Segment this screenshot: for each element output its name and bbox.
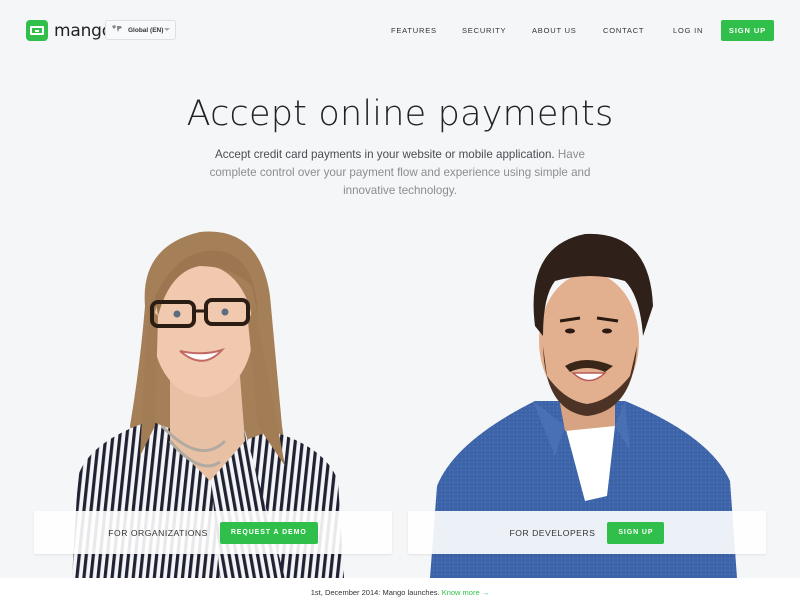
hero-subtitle: Accept credit card payments in your webs… [205, 146, 595, 200]
brand-name: mango [54, 20, 112, 41]
nav-about-us[interactable]: ABOUT US [532, 20, 577, 41]
request-demo-button[interactable]: REQUEST A DEMO [219, 521, 318, 544]
know-more-link[interactable]: Know more → [442, 588, 490, 597]
language-value: Global (EN) [128, 26, 164, 34]
brand-logo[interactable]: mango [26, 20, 112, 41]
language-selector[interactable]: Global (EN) [105, 20, 176, 40]
nav-log-in[interactable]: LOG IN [673, 20, 703, 41]
nav-contact[interactable]: CONTACT [603, 20, 644, 41]
organizations-label: FOR ORGANIZATIONS [108, 527, 208, 538]
developers-card: FOR DEVELOPERS SIGN UP [408, 511, 766, 554]
organizations-card: FOR ORGANIZATIONS REQUEST A DEMO [34, 511, 392, 554]
world-map-icon [112, 25, 123, 35]
header-sign-up-button[interactable]: SIGN UP [721, 20, 774, 41]
nav-features[interactable]: FEATURES [391, 20, 437, 41]
announcement-bar: 1st, December 2014: Mango launches. Know… [0, 578, 800, 600]
hero-subtitle-strong: Accept credit card payments in your webs… [215, 148, 555, 161]
site-header: mango Global (EN) FEATURES SECURITY ABOU… [0, 0, 800, 62]
nav-security[interactable]: SECURITY [462, 20, 506, 41]
developers-label: FOR DEVELOPERS [509, 527, 596, 538]
hero-title: Accept online payments [186, 94, 614, 134]
developer-sign-up-button[interactable]: SIGN UP [607, 521, 665, 544]
mango-logo-icon [26, 20, 48, 41]
announcement-text: 1st, December 2014: Mango launches. [310, 588, 442, 597]
chevron-down-icon [164, 28, 170, 31]
